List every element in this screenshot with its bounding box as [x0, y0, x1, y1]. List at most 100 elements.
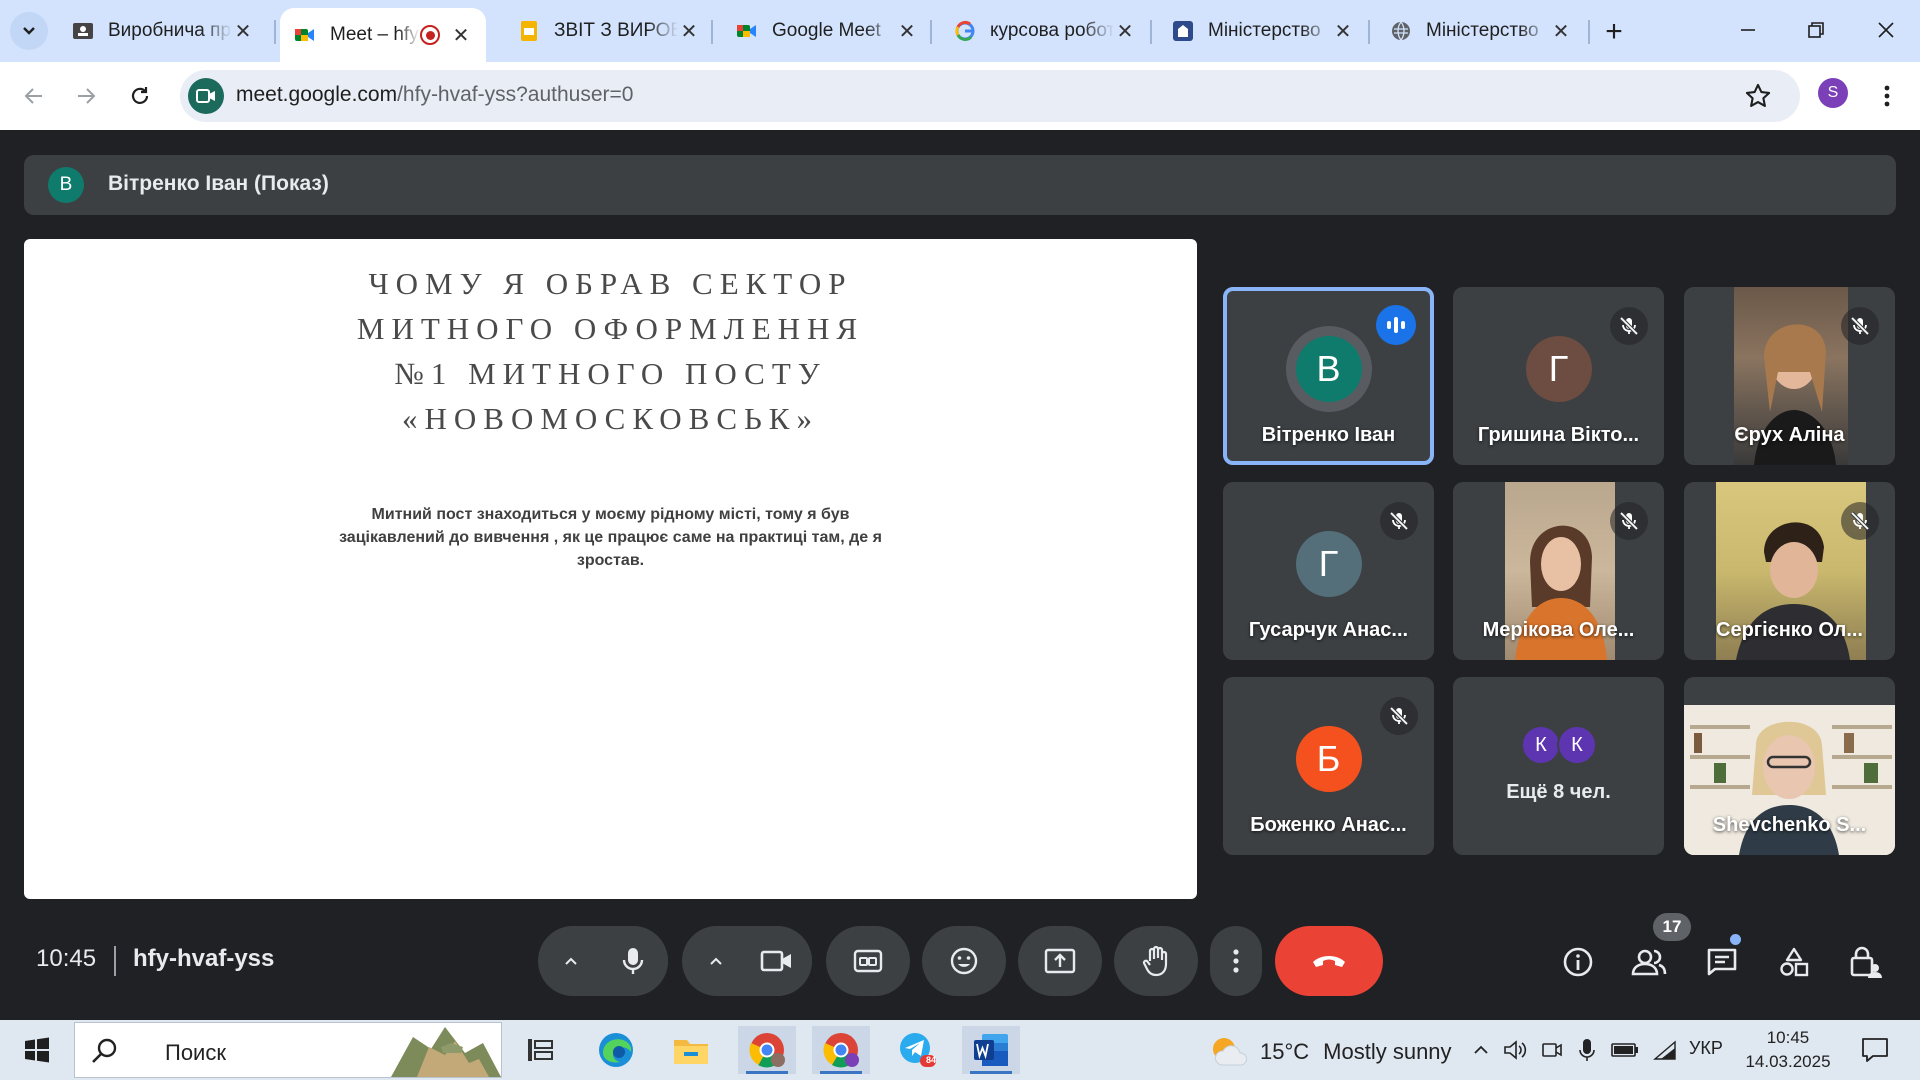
- close-tab-icon[interactable]: ✕: [1332, 20, 1354, 43]
- close-tab-icon[interactable]: ✕: [450, 24, 472, 47]
- task-view-button[interactable]: [511, 1026, 569, 1074]
- tab-coursework[interactable]: курсова робота ✕: [940, 10, 1150, 52]
- chrome-app-1[interactable]: [738, 1026, 796, 1074]
- present-button[interactable]: [1018, 926, 1102, 996]
- participant-name: Вітренко Іван: [1261, 424, 1396, 446]
- close-tab-icon[interactable]: ✕: [896, 20, 918, 43]
- camera-in-use-icon: [1542, 1043, 1562, 1057]
- participant-name: Гришина Вікто...: [1477, 424, 1640, 446]
- back-button[interactable]: [14, 76, 54, 116]
- meeting-details-button[interactable]: [1554, 938, 1602, 986]
- presenter-avatar: В: [48, 167, 84, 203]
- minimize-button[interactable]: [1724, 10, 1772, 50]
- chevron-up-icon: [565, 957, 577, 965]
- participant-name: Shevchenko S...: [1712, 814, 1867, 836]
- chat-button[interactable]: [1698, 938, 1746, 986]
- leave-call-button[interactable]: [1275, 926, 1383, 996]
- participant-tile-gryshyna[interactable]: Г Гришина Вікто...: [1453, 287, 1664, 465]
- tab-meet-active[interactable]: Meet – hfy-hvaf-yss ✕: [280, 8, 486, 62]
- start-button[interactable]: [8, 1026, 66, 1074]
- weather-widget[interactable]: 15°C Mostly sunny: [1208, 1035, 1452, 1069]
- tab-separator: [930, 20, 932, 44]
- reactions-button[interactable]: [922, 926, 1006, 996]
- restore-button[interactable]: [1792, 10, 1840, 50]
- camera-status-button[interactable]: [1537, 1026, 1567, 1074]
- clock-date: 14.03.2025: [1745, 1052, 1831, 1071]
- participant-avatar: В: [1295, 336, 1362, 402]
- videocam-icon: [760, 950, 791, 972]
- input-language[interactable]: УКР: [1689, 1038, 1723, 1059]
- participant-name: Боженко Анас...: [1250, 814, 1407, 836]
- captions-button[interactable]: [826, 926, 910, 996]
- network-button[interactable]: [1648, 1026, 1682, 1074]
- shared-screen-slide[interactable]: ЧОМУ Я ОБРАВ СЕКТОР МИТНОГО ОФОРМЛЕННЯ №…: [24, 239, 1197, 899]
- volume-button[interactable]: [1500, 1026, 1530, 1074]
- participant-tile-vitrenko[interactable]: В Вітренко Іван: [1223, 287, 1434, 465]
- weather-description: Mostly sunny: [1323, 1039, 1452, 1064]
- address-bar[interactable]: meet.google.com/hfy-hvaf-yss?authuser=0: [180, 70, 1800, 122]
- browser-menu-button[interactable]: [1872, 76, 1902, 116]
- word-app[interactable]: [962, 1026, 1020, 1074]
- participant-tile-yerukh[interactable]: Єрух Аліна: [1684, 287, 1895, 465]
- raise-hand-button[interactable]: [1114, 926, 1198, 996]
- new-tab-button[interactable]: +: [1596, 14, 1632, 50]
- chevron-down-icon: [23, 27, 35, 35]
- microphone-button[interactable]: [598, 926, 668, 996]
- clock-time: 10:45: [1766, 1028, 1810, 1047]
- telegram-app[interactable]: 84: [888, 1026, 946, 1074]
- activities-button[interactable]: [1770, 938, 1818, 986]
- bookmark-star-icon[interactable]: [1744, 82, 1772, 110]
- mic-off-icon: [1610, 502, 1648, 540]
- participant-tile-bozhenko[interactable]: Б Боженко Анас...: [1223, 677, 1434, 855]
- taskbar-search-box[interactable]: Поиск: [74, 1022, 502, 1078]
- meeting-time: 10:45: [36, 945, 97, 972]
- close-tab-icon[interactable]: ✕: [1114, 20, 1136, 43]
- host-controls-button[interactable]: [1842, 938, 1890, 986]
- notifications-button[interactable]: [1846, 1026, 1904, 1074]
- site-info-icon[interactable]: [188, 78, 224, 114]
- tab-title: Meet – hfy-hvaf-yss: [330, 24, 420, 45]
- more-options-button[interactable]: [1210, 926, 1262, 996]
- taskbar-clock[interactable]: 10:45 14.03.2025: [1738, 1026, 1838, 1074]
- tab-separator: [1150, 20, 1152, 44]
- participant-name: Єрух Аліна: [1734, 424, 1845, 446]
- close-tab-icon[interactable]: ✕: [678, 20, 700, 43]
- participant-tile-shevchenko[interactable]: Shevchenko S...: [1684, 677, 1895, 855]
- tab-google-meet[interactable]: Google Meet ✕: [722, 10, 932, 52]
- audio-options-button[interactable]: [547, 937, 595, 985]
- close-tab-icon[interactable]: ✕: [232, 20, 254, 43]
- more-participants-tile[interactable]: К К Ещё 8 чел.: [1453, 677, 1664, 855]
- tab-ministry-1[interactable]: Міністерство ✕: [1158, 10, 1368, 52]
- reload-button[interactable]: [120, 76, 160, 116]
- participant-name: Гусарчук Анас...: [1248, 619, 1409, 641]
- tab-classroom[interactable]: Виробнича практика ✕: [58, 10, 268, 52]
- video-options-button[interactable]: [692, 937, 740, 985]
- tab-search-button[interactable]: [10, 12, 48, 50]
- file-explorer-app[interactable]: [662, 1026, 720, 1074]
- close-window-button[interactable]: [1862, 10, 1910, 50]
- ministry-icon: [1172, 20, 1194, 42]
- windows-taskbar: Поиск 84 15°C Mostly sunny УКР 10:45 14.…: [0, 1020, 1920, 1080]
- battery-charging-icon: [1611, 1043, 1638, 1057]
- participant-tile-husarchuk[interactable]: Г Гусарчук Анас...: [1223, 482, 1434, 660]
- close-tab-icon[interactable]: ✕: [1550, 20, 1572, 43]
- reload-icon: [131, 87, 149, 104]
- mic-off-icon: [1380, 502, 1418, 540]
- participant-tile-serhiienko[interactable]: Сергієнко Ол...: [1684, 482, 1895, 660]
- participant-tile-merikova[interactable]: Мерікова Оле...: [1453, 482, 1664, 660]
- participant-avatar: К: [1557, 725, 1597, 765]
- microphone-status-button[interactable]: [1572, 1026, 1602, 1074]
- presenter-bar: В Вітренко Іван (Показ): [24, 155, 1896, 215]
- mic-off-icon: [1841, 502, 1879, 540]
- show-hidden-icons-button[interactable]: [1466, 1026, 1496, 1074]
- edge-app[interactable]: [587, 1026, 645, 1074]
- chrome-app-2[interactable]: [812, 1026, 870, 1074]
- battery-button[interactable]: [1608, 1026, 1642, 1074]
- people-button[interactable]: [1625, 938, 1673, 986]
- tab-ministry-2[interactable]: Міністерство ✕: [1376, 10, 1586, 52]
- call-end-icon: [1313, 956, 1345, 967]
- forward-button[interactable]: [66, 76, 106, 116]
- camera-button[interactable]: [742, 926, 812, 996]
- profile-avatar[interactable]: S: [1818, 78, 1848, 108]
- tab-report[interactable]: ЗВІТ З ВИРОБНИЧОЇ ✕: [504, 10, 714, 52]
